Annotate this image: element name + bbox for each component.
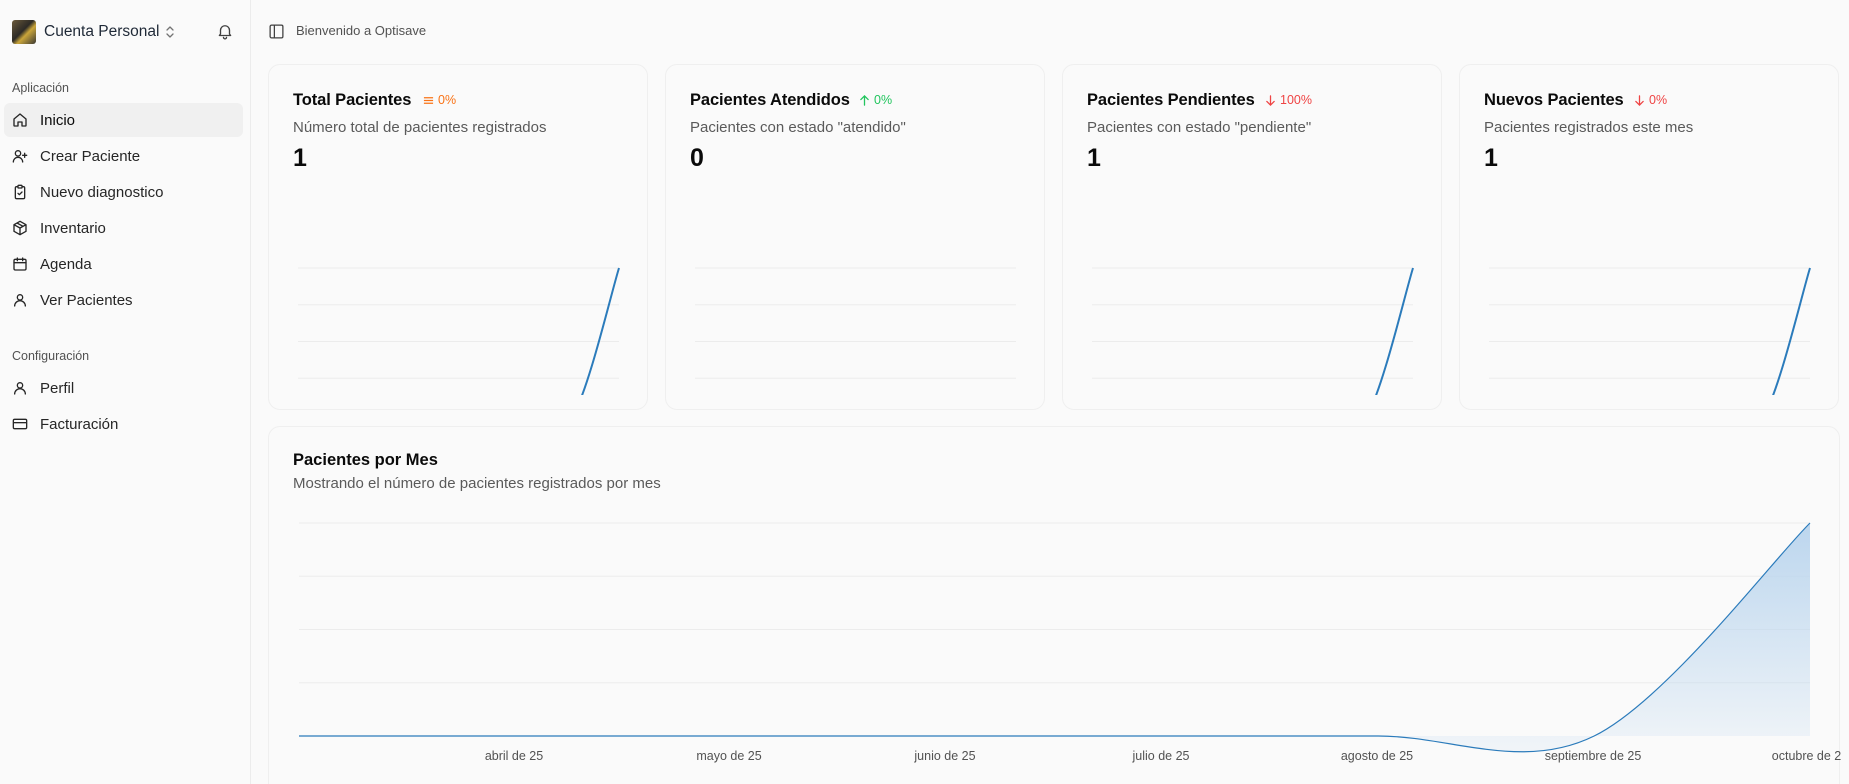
sidebar-item-label: Perfil: [40, 379, 75, 397]
x-tick-label: octubre de 25: [1772, 749, 1841, 763]
home-icon: [13, 113, 27, 127]
x-tick-label: septiembre de 25: [1545, 749, 1642, 763]
bell-icon[interactable]: [216, 22, 234, 40]
trend-badge: 100%: [1265, 93, 1312, 107]
sidebar-item-label: Inventario: [40, 219, 106, 237]
card-value: 1: [1484, 144, 1498, 172]
area-chart: abril de 25 mayo de 25 junio de 25 julio de…: [298, 522, 1841, 763]
account-avatar: [12, 20, 36, 44]
arrow-up-icon: [860, 94, 869, 106]
line-chart: mayo de 25julio de 25octubre de 25: [1489, 267, 1811, 395]
x-tick-label: mayo de 25: [696, 749, 761, 763]
sidebar-item-label: Ver Pacientes: [40, 291, 133, 309]
equals-icon: [423, 96, 434, 104]
card-description: Número total de pacientes registrados: [293, 119, 547, 136]
user-plus-icon: [12, 150, 28, 163]
sidebar: Cuenta Personal Aplicación Inicio Crear …: [0, 0, 251, 784]
series-area: [299, 523, 1810, 752]
page-title: Bienvenido a Optisave: [296, 23, 427, 38]
card-title: Nuevos Pacientes: [1484, 91, 1624, 109]
x-tick-label: abril de 25: [485, 749, 543, 763]
account-switcher[interactable]: Cuenta Personal: [12, 18, 175, 46]
clipboard-check-icon: [14, 184, 26, 200]
package-icon: [13, 220, 27, 236]
x-tick-label: agosto de 25: [1341, 749, 1413, 763]
stat-card-pacientes-pendientes: Pacientes Pendientes 100% Pacientes con …: [1062, 64, 1442, 410]
sidebar-item-label: Inicio: [40, 111, 76, 129]
sidebar-item-label: Facturación: [40, 415, 119, 433]
x-tick-label: junio de 25: [913, 749, 975, 763]
trend-value: 0%: [438, 93, 457, 107]
calendar-icon: [13, 257, 27, 271]
trend-value: 100%: [1280, 93, 1312, 107]
line-chart: mayo de 25julio de 25octubre de 25: [695, 267, 1016, 379]
line-chart: mayo de 25julio de 25octubre de 25: [1092, 267, 1414, 395]
sidebar-item-ver-pacientes[interactable]: Ver Pacientes: [4, 283, 243, 317]
card-value: 1: [293, 144, 307, 172]
series-line: [298, 522, 1811, 753]
user-icon: [14, 294, 26, 307]
series-line: [1772, 267, 1811, 395]
arrow-down-icon: [1266, 94, 1275, 106]
card-value: 1: [1087, 144, 1101, 172]
group-label-aplicacion: Aplicación: [12, 81, 69, 95]
chart-description: Mostrando el número de pacientes registr…: [293, 475, 661, 492]
card-value: 0: [690, 144, 704, 172]
sidebar-item-label: Nuevo diagnostico: [40, 183, 164, 201]
sidebar-item-inventario[interactable]: Inventario: [4, 211, 243, 245]
sidebar-item-perfil[interactable]: Perfil: [4, 371, 243, 405]
sidebar-item-label: Crear Paciente: [40, 147, 141, 165]
chart-title: Pacientes por Mes: [293, 451, 438, 469]
group-label-configuracion: Configuración: [12, 349, 90, 363]
line-chart: mayo de 25julio de 25octubre de 25: [298, 267, 620, 395]
trend-value: 0%: [874, 93, 893, 107]
stat-card-nuevos-pacientes: Nuevos Pacientes 0% Pacientes registrado…: [1459, 64, 1839, 410]
trend-badge: 0%: [1634, 93, 1667, 107]
card-description: Pacientes registrados este mes: [1484, 119, 1694, 136]
credit-card-icon: [12, 418, 28, 430]
account-name: Cuenta Personal: [44, 23, 160, 40]
user-icon: [14, 382, 26, 395]
card-title: Total Pacientes: [293, 91, 412, 109]
sidebar-item-nuevo-diagnostico[interactable]: Nuevo diagnostico: [4, 175, 243, 209]
sidebar-item-crear-paciente[interactable]: Crear Paciente: [4, 139, 243, 173]
sidebar-item-facturacion[interactable]: Facturación: [4, 407, 243, 441]
series-line: [1375, 267, 1414, 395]
sidebar-item-label: Agenda: [40, 255, 92, 273]
card-description: Pacientes con estado "pendiente": [1087, 119, 1312, 136]
sidebar-item-inicio[interactable]: Inicio: [4, 103, 243, 137]
trend-badge: 0%: [423, 93, 456, 107]
series-line: [581, 267, 620, 395]
chart-card-pacientes-por-mes: Pacientes por Mes Mostrando el número de…: [268, 426, 1841, 784]
card-title: Pacientes Atendidos: [690, 91, 850, 109]
arrow-down-icon: [1635, 94, 1644, 106]
stat-card-pacientes-atendidos: Pacientes Atendidos 0% Pacientes con est…: [665, 64, 1045, 410]
chevrons-up-down-icon: [166, 26, 175, 38]
card-description: Pacientes con estado "atendido": [690, 119, 906, 136]
trend-badge: 0%: [859, 93, 892, 107]
sidebar-toggle-icon[interactable]: [268, 23, 285, 40]
sidebar-item-agenda[interactable]: Agenda: [4, 247, 243, 281]
trend-value: 0%: [1649, 93, 1668, 107]
card-title: Pacientes Pendientes: [1087, 91, 1255, 109]
stat-card-total-pacientes: Total Pacientes 0% Número total de pacie…: [268, 64, 648, 410]
x-tick-label: julio de 25: [1132, 749, 1190, 763]
